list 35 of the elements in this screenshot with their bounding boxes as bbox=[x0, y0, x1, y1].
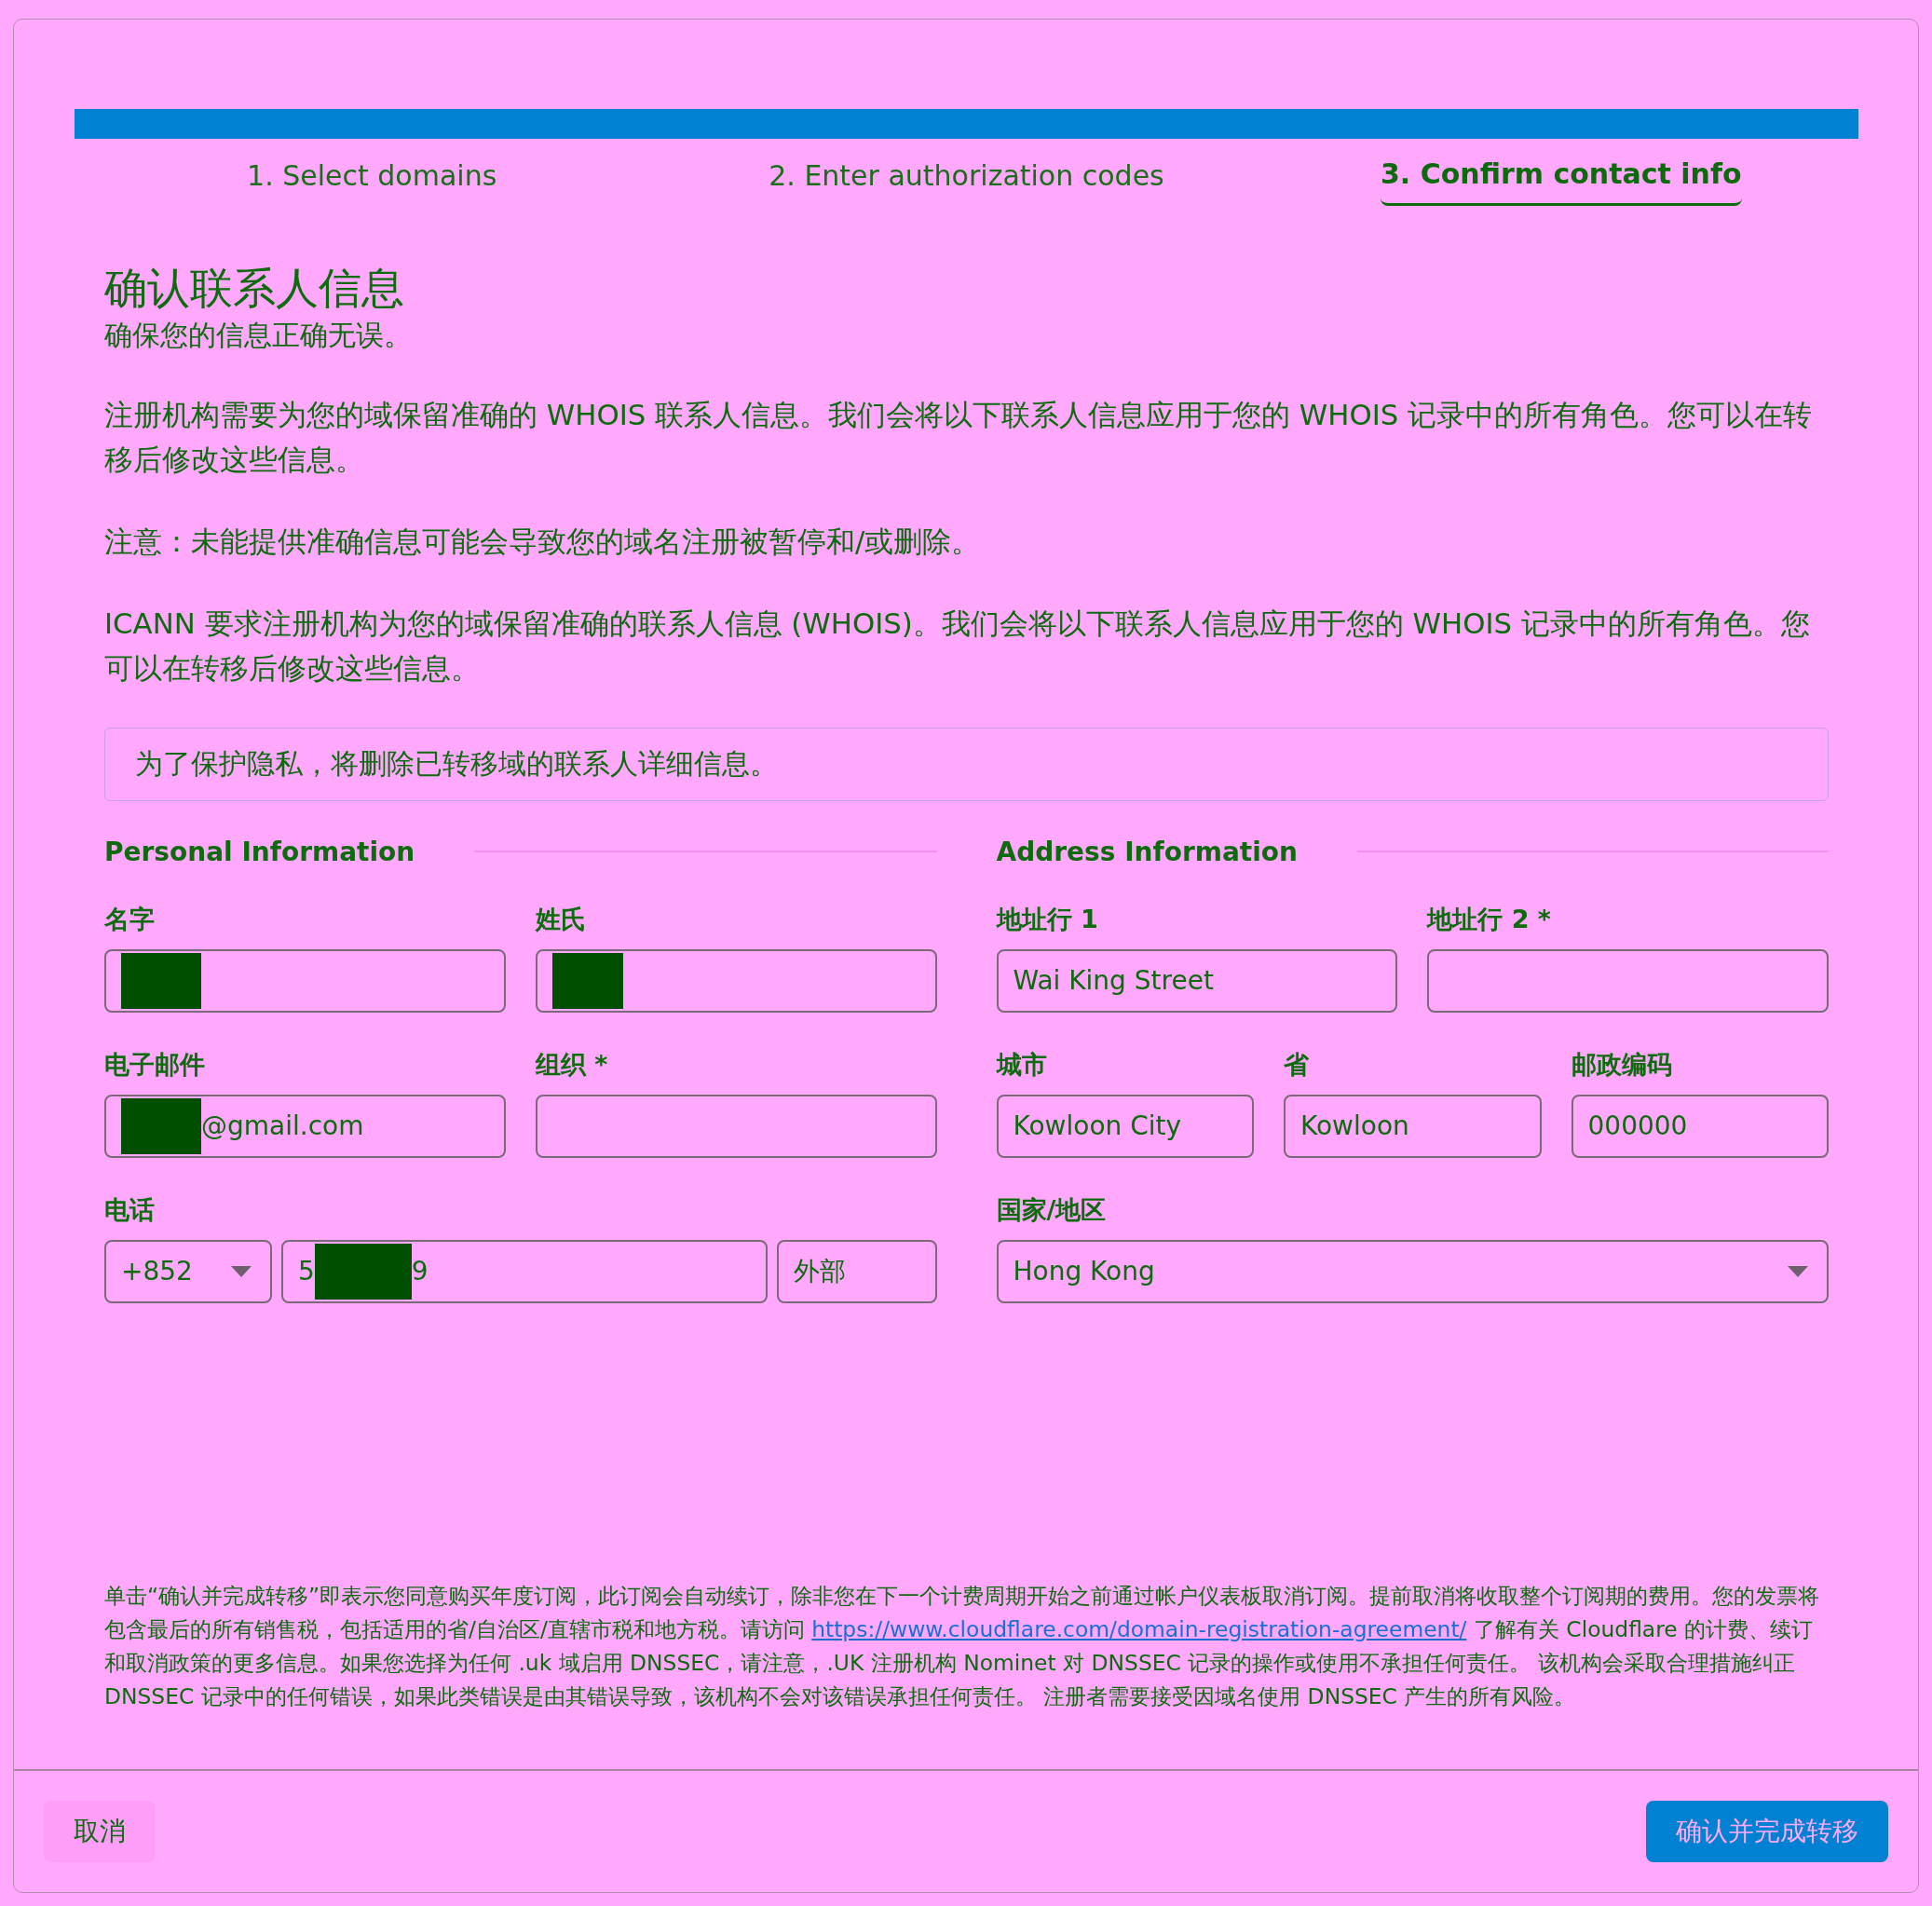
legal-text: 单击“确认并完成转移”即表示您同意购买年度订阅，此订阅会自动续订，除非您在下一个计费周期开始之前通过帐户仪表板取消订阅。提前取消将收取整个订阅期的费用。您的发票将包含最后的所有销售税，包括适用的省/自治区/直辖市税和地方税。请访问 https://www.cloudflare.com/domain-registration-agreement/ 了解有关 Cloudflare 的计费、续订和取消政策的更多信息。如果您选择为任何 .uk 域启用 DNSSEC，请注意，.UK 注册机构 Nominet 对 DNSSEC 记录的操作或使用不承担任何责任。 该机构会采取合理措施纠正 DNSSEC 记录中的任何错误，如果此类错误是由其错误导致，该机构不会对该错误承担任何责任。 注册者需要接受因域名使用 DNSSEC 产生的所有风险。 bbox=[104, 1582, 1821, 1711]
privacy-notice: 为了保护隐私，将删除已转移域的联系人详细信息。 bbox=[104, 727, 1829, 801]
input-field[interactable]: Wai King Street bbox=[996, 948, 1398, 1013]
field-label: 城市 bbox=[996, 1048, 1048, 1081]
agreement-link[interactable]: https://www.cloudflare.com/domain-registration-agreement/ bbox=[811, 1616, 1467, 1642]
country-code-select[interactable]: +852 bbox=[104, 1239, 272, 1303]
step-tab[interactable]: 1. Select domains bbox=[247, 144, 497, 206]
page-subtitle: 确保您的信息正确无误。 bbox=[104, 317, 413, 353]
field-label: 省 bbox=[1284, 1048, 1310, 1081]
input-field[interactable]: Kowloon bbox=[1284, 1094, 1542, 1158]
section-title: Personal Information bbox=[104, 836, 415, 867]
input-field[interactable]: @gmail.com bbox=[104, 1094, 506, 1158]
confirm-button[interactable]: 确认并完成转移 bbox=[1646, 1801, 1888, 1862]
cancel-button[interactable]: 取消 bbox=[44, 1801, 156, 1862]
info-paragraph: ICANN 要求注册机构为您的域保留准确的联系人信息 (WHOIS)。我们会将以下联系人信息应用于您的 WHOIS 记录中的所有角色。您可以在转移后修改这些信息。 bbox=[104, 605, 1811, 687]
input-field[interactable]: 000000 bbox=[1571, 1094, 1829, 1158]
info-paragraph: 注意：未能提供准确信息可能会导致您的域名注册被暂停和/或删除。 bbox=[104, 523, 982, 560]
field-label: 组织 * bbox=[535, 1048, 609, 1081]
step-tab[interactable]: 3. Confirm contact info bbox=[1381, 144, 1742, 206]
field-label: 国家/地区 bbox=[996, 1193, 1108, 1226]
field-label: 姓氏 bbox=[535, 903, 587, 935]
input-field[interactable]: Kowloon City bbox=[996, 1094, 1254, 1158]
extension-field[interactable]: 外部 bbox=[776, 1239, 937, 1303]
phone-field[interactable]: 5 9 bbox=[281, 1239, 768, 1303]
country-select[interactable]: Hong Kong bbox=[996, 1239, 1829, 1303]
info-paragraph: 注册机构需要为您的域保留准确的 WHOIS 联系人信息。我们会将以下联系人信息应用于您的 WHOIS 记录中的所有角色。您可以在转移后修改这些信息。 bbox=[104, 396, 1814, 478]
field-label: 电话 bbox=[104, 1193, 156, 1226]
step-tab[interactable]: 2. Enter authorization codes bbox=[769, 144, 1164, 206]
field-label: 电子邮件 bbox=[104, 1048, 206, 1081]
field-label: 地址行 1 bbox=[996, 903, 1099, 935]
field-label: 地址行 2 * bbox=[1427, 903, 1552, 935]
section-title: Address Information bbox=[996, 836, 1298, 867]
page-title: 确认联系人信息 bbox=[104, 262, 405, 315]
field-label: 邮政编码 bbox=[1571, 1048, 1673, 1081]
field-label: 名字 bbox=[104, 903, 156, 935]
